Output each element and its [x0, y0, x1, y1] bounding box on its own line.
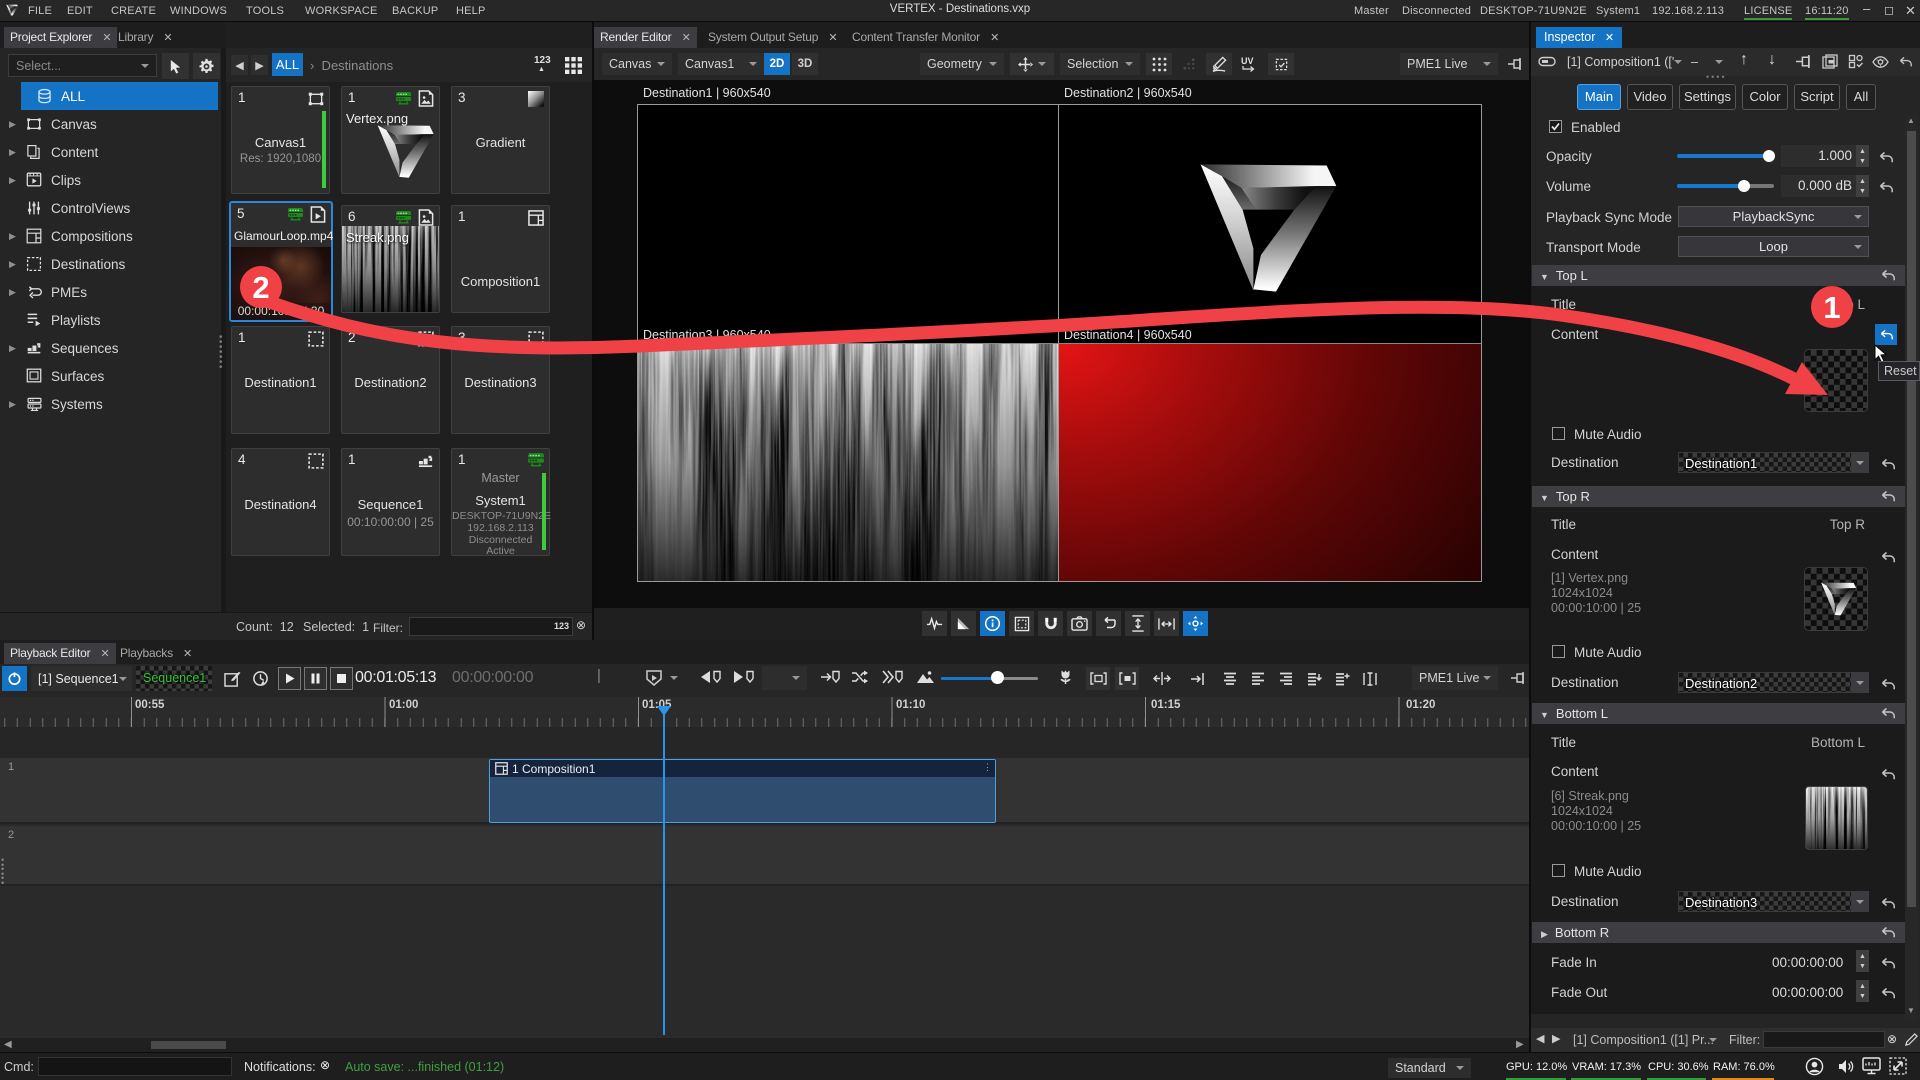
svg-text:UV: UV — [1241, 56, 1254, 66]
